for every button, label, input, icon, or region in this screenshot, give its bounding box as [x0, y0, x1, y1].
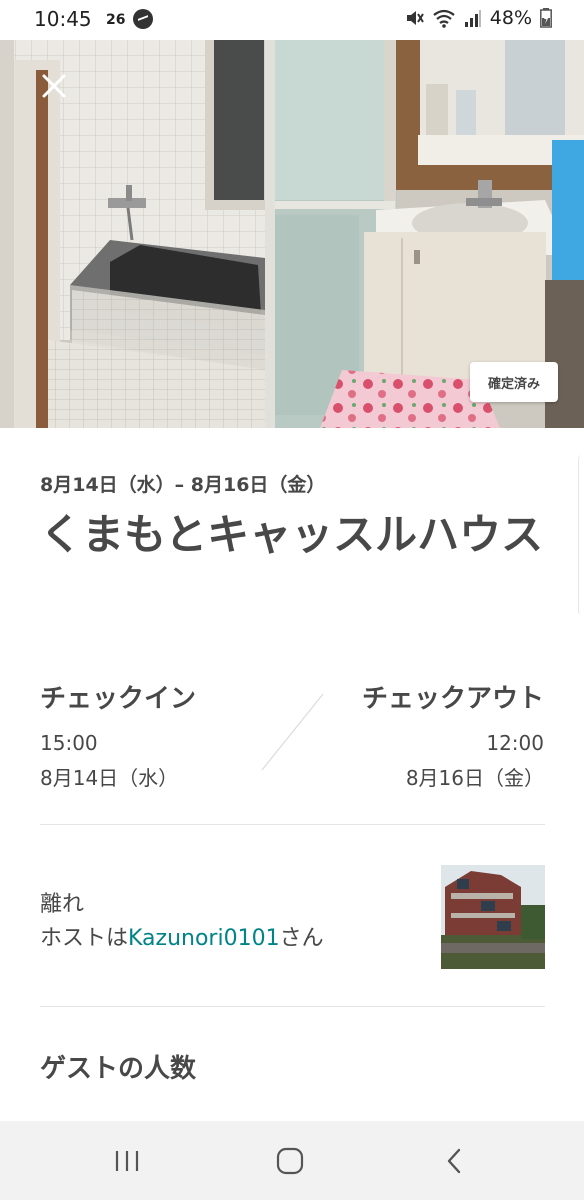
recent-apps-button[interactable]: [112, 1149, 142, 1173]
status-bar: 10:45 26 48%: [0, 0, 584, 40]
section-divider: [40, 1006, 545, 1007]
messenger-icon: [133, 9, 154, 29]
close-button[interactable]: [34, 66, 74, 106]
guests-heading: ゲストの人数: [40, 1054, 197, 1084]
host-line: ホストはKazunori0101さん: [40, 920, 324, 952]
status-right-icons: 48%: [404, 7, 552, 29]
checkout-label: チェックアウト: [361, 684, 544, 714]
home-icon: [276, 1147, 304, 1175]
house-thumbnail: [441, 865, 545, 969]
checkin-time: 15:00: [40, 731, 98, 755]
wifi-icon: [432, 8, 456, 28]
checkout-time: 12:00: [486, 731, 544, 755]
signal-icon: [464, 8, 482, 28]
close-icon: [42, 74, 66, 98]
status-left-icons: 26: [106, 9, 154, 29]
battery-icon: [540, 8, 552, 28]
checkout-date: 8月16日（金）: [405, 766, 544, 790]
back-icon: [447, 1148, 461, 1174]
host-prefix: ホストは: [40, 926, 129, 951]
divider-diagonal: [261, 693, 324, 771]
room-type: 離れ: [40, 892, 85, 917]
recent-apps-icon: [115, 1151, 139, 1171]
scroll-edge: [578, 455, 584, 615]
status-badge: 確定済み: [470, 362, 558, 402]
mute-icon: [404, 8, 424, 28]
section-divider: [40, 824, 545, 825]
host-suffix: さん: [279, 926, 324, 951]
reservation-dates: 8月14日（水）– 8月16日（金）: [40, 474, 326, 496]
listing-photo: 確定済み: [0, 40, 584, 428]
battery-percent: 48%: [489, 7, 532, 29]
listing-title: くまもとキャッスルハウス: [40, 510, 544, 559]
back-button[interactable]: [444, 1147, 464, 1175]
home-button[interactable]: [276, 1147, 304, 1175]
status-time: 10:45: [34, 7, 92, 31]
host-name-link[interactable]: Kazunori0101: [128, 926, 280, 951]
system-nav-bar: [0, 1121, 584, 1200]
temperature-icon: 26: [106, 12, 126, 28]
checkin-label: チェックイン: [40, 684, 197, 714]
checkin-date: 8月14日（水）: [40, 766, 179, 790]
host-house-photo[interactable]: [441, 865, 545, 969]
